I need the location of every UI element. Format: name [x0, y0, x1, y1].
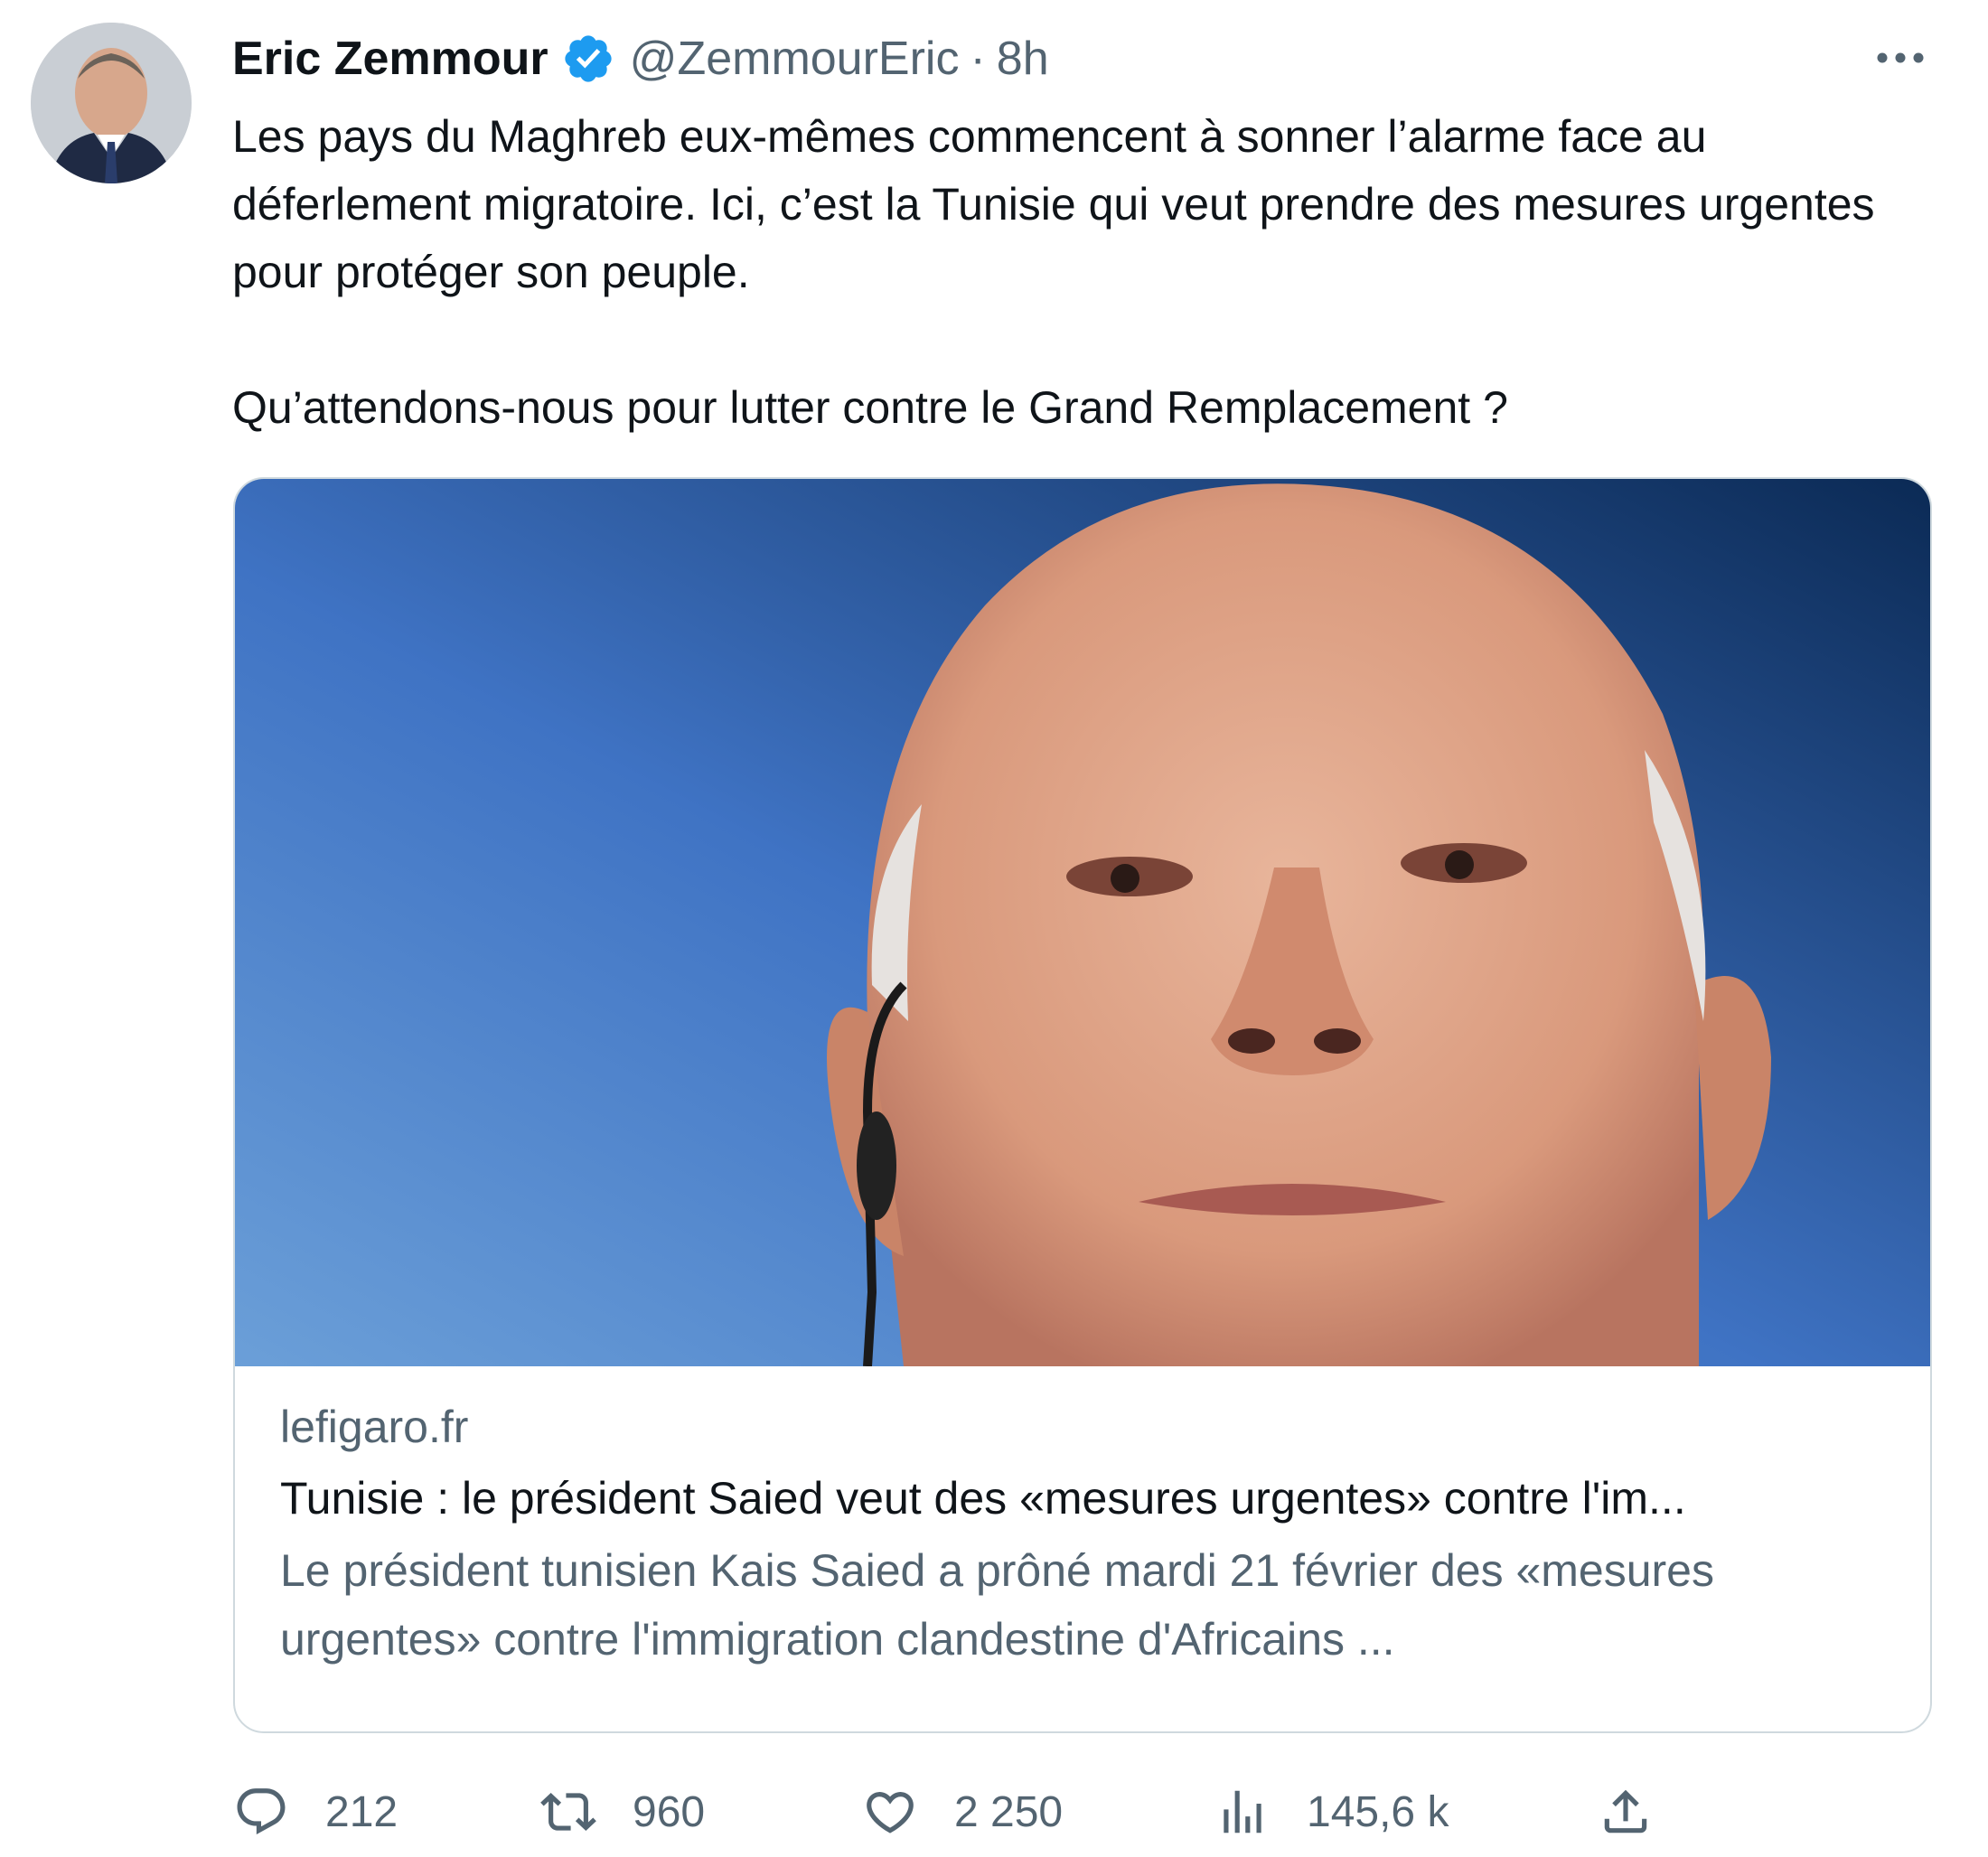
tweet-paragraph-2: Qu’attendons-nous pour lutter contre le …: [232, 382, 1508, 433]
author-handle[interactable]: @ZemmourEric: [630, 32, 960, 86]
more-icon: [1877, 52, 1924, 63]
reply-count: 212: [325, 1787, 399, 1836]
views-button[interactable]: 145,6 k: [1214, 1771, 1449, 1852]
card-headline: Tunisie : le président Saied veut des «m…: [280, 1473, 1686, 1524]
card-description: Le président tunisien Kais Saied a prôné…: [280, 1545, 1714, 1665]
like-count: 2 250: [954, 1787, 1064, 1836]
tweet-paragraph-1: Les pays du Maghreb eux-mêmes commencent…: [232, 111, 1875, 297]
views-icon: [1224, 1790, 1261, 1834]
card-domain: lefigaro.fr: [280, 1402, 469, 1452]
tweet-action-bar: 212 960 2 250 145,6 k: [233, 1771, 1932, 1852]
share-icon: [1604, 1789, 1647, 1834]
like-button[interactable]: 2 250: [862, 1771, 1063, 1852]
retweet-button[interactable]: 960: [540, 1771, 705, 1852]
like-icon: [867, 1792, 914, 1834]
retweet-count: 960: [633, 1787, 706, 1836]
header-separator: ·: [970, 33, 986, 85]
author-name[interactable]: Eric Zemmour: [232, 32, 549, 86]
reply-icon: [237, 1788, 286, 1835]
views-count: 145,6 k: [1307, 1787, 1449, 1836]
reply-button[interactable]: 212: [233, 1771, 398, 1852]
more-options-button[interactable]: [1869, 34, 1932, 81]
card-text: lefigaro.fr Tunisie : le président Saied…: [280, 1393, 1889, 1674]
tweet-text: Les pays du Maghreb eux-mêmes commencent…: [232, 103, 1949, 442]
link-preview-card[interactable]: lefigaro.fr Tunisie : le président Saied…: [233, 477, 1932, 1733]
tweet-timestamp[interactable]: 8h: [997, 32, 1049, 86]
author-avatar[interactable]: [31, 23, 192, 183]
share-button[interactable]: [1598, 1771, 1654, 1852]
verified-badge-icon: [565, 35, 612, 82]
tweet-header: Eric Zemmour @ZemmourEric · 8h: [232, 27, 1049, 90]
avatar-photo: [31, 23, 192, 183]
retweet-icon: [540, 1793, 596, 1831]
card-photo: [235, 479, 1930, 1366]
card-image[interactable]: [235, 479, 1930, 1366]
